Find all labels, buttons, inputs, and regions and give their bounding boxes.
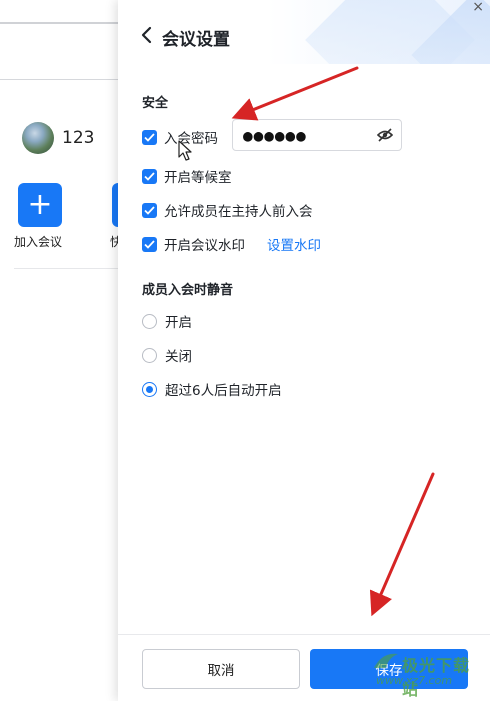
join-before-host-label: 允许成员在主持人前入会 — [164, 204, 313, 220]
meeting-settings-panel: 会议设置 × 安全 入会密码 ●●●●●● 开启等候室 允许成员在主持人前入会 — [118, 0, 490, 701]
mute-option-label: 超过6人后自动开启 — [165, 383, 282, 399]
password-value: ●●●●●● — [243, 125, 307, 145]
chevron-left-icon[interactable] — [140, 26, 154, 44]
plus-icon: + — [27, 187, 53, 222]
meeting-watermark-label: 开启会议水印 — [164, 238, 245, 254]
check-icon[interactable] — [142, 236, 157, 252]
panel-header: 会议设置 × — [118, 0, 490, 64]
close-icon[interactable]: × — [472, 0, 484, 14]
mute-option-label: 关闭 — [165, 349, 192, 365]
background-topbar-line — [0, 22, 130, 24]
background-divider — [14, 268, 130, 269]
mute-section-title: 成员入会时静音 — [142, 283, 234, 298]
join-before-host-row[interactable]: 允许成员在主持人前入会 — [142, 200, 313, 220]
join-meeting-label: 加入会议 — [14, 235, 63, 249]
password-field[interactable]: ●●●●●● — [232, 119, 402, 151]
waiting-room-label: 开启等候室 — [164, 170, 232, 186]
username: 123 — [62, 128, 95, 148]
mouse-cursor-icon — [178, 140, 192, 161]
security-section-title: 安全 — [142, 96, 169, 111]
avatar[interactable] — [22, 122, 54, 154]
radio-button[interactable] — [142, 347, 157, 363]
panel-footer: 取消 保存 — [118, 634, 490, 701]
check-icon[interactable] — [142, 202, 157, 218]
mute-option-auto[interactable]: 超过6人后自动开启 — [142, 379, 282, 399]
radio-button-selected[interactable] — [142, 381, 157, 397]
check-icon[interactable] — [142, 168, 157, 184]
save-button[interactable]: 保存 — [310, 649, 468, 689]
join-meeting-button[interactable]: + — [18, 183, 62, 227]
meeting-watermark-row[interactable]: 开启会议水印 设置水印 — [142, 234, 321, 254]
mute-option-label: 开启 — [165, 315, 192, 331]
eye-off-icon[interactable] — [377, 128, 393, 142]
mute-option-on[interactable]: 开启 — [142, 311, 192, 331]
check-icon[interactable] — [142, 129, 157, 145]
radio-button[interactable] — [142, 313, 157, 329]
background-app: 123 + 加入会议 快 — [0, 0, 130, 701]
page-title: 会议设置 — [162, 30, 230, 50]
cancel-button[interactable]: 取消 — [142, 649, 300, 689]
waiting-room-row[interactable]: 开启等候室 — [142, 166, 232, 186]
mute-option-off[interactable]: 关闭 — [142, 345, 192, 365]
background-topbar — [0, 0, 130, 80]
set-watermark-link[interactable]: 设置水印 — [267, 234, 321, 254]
